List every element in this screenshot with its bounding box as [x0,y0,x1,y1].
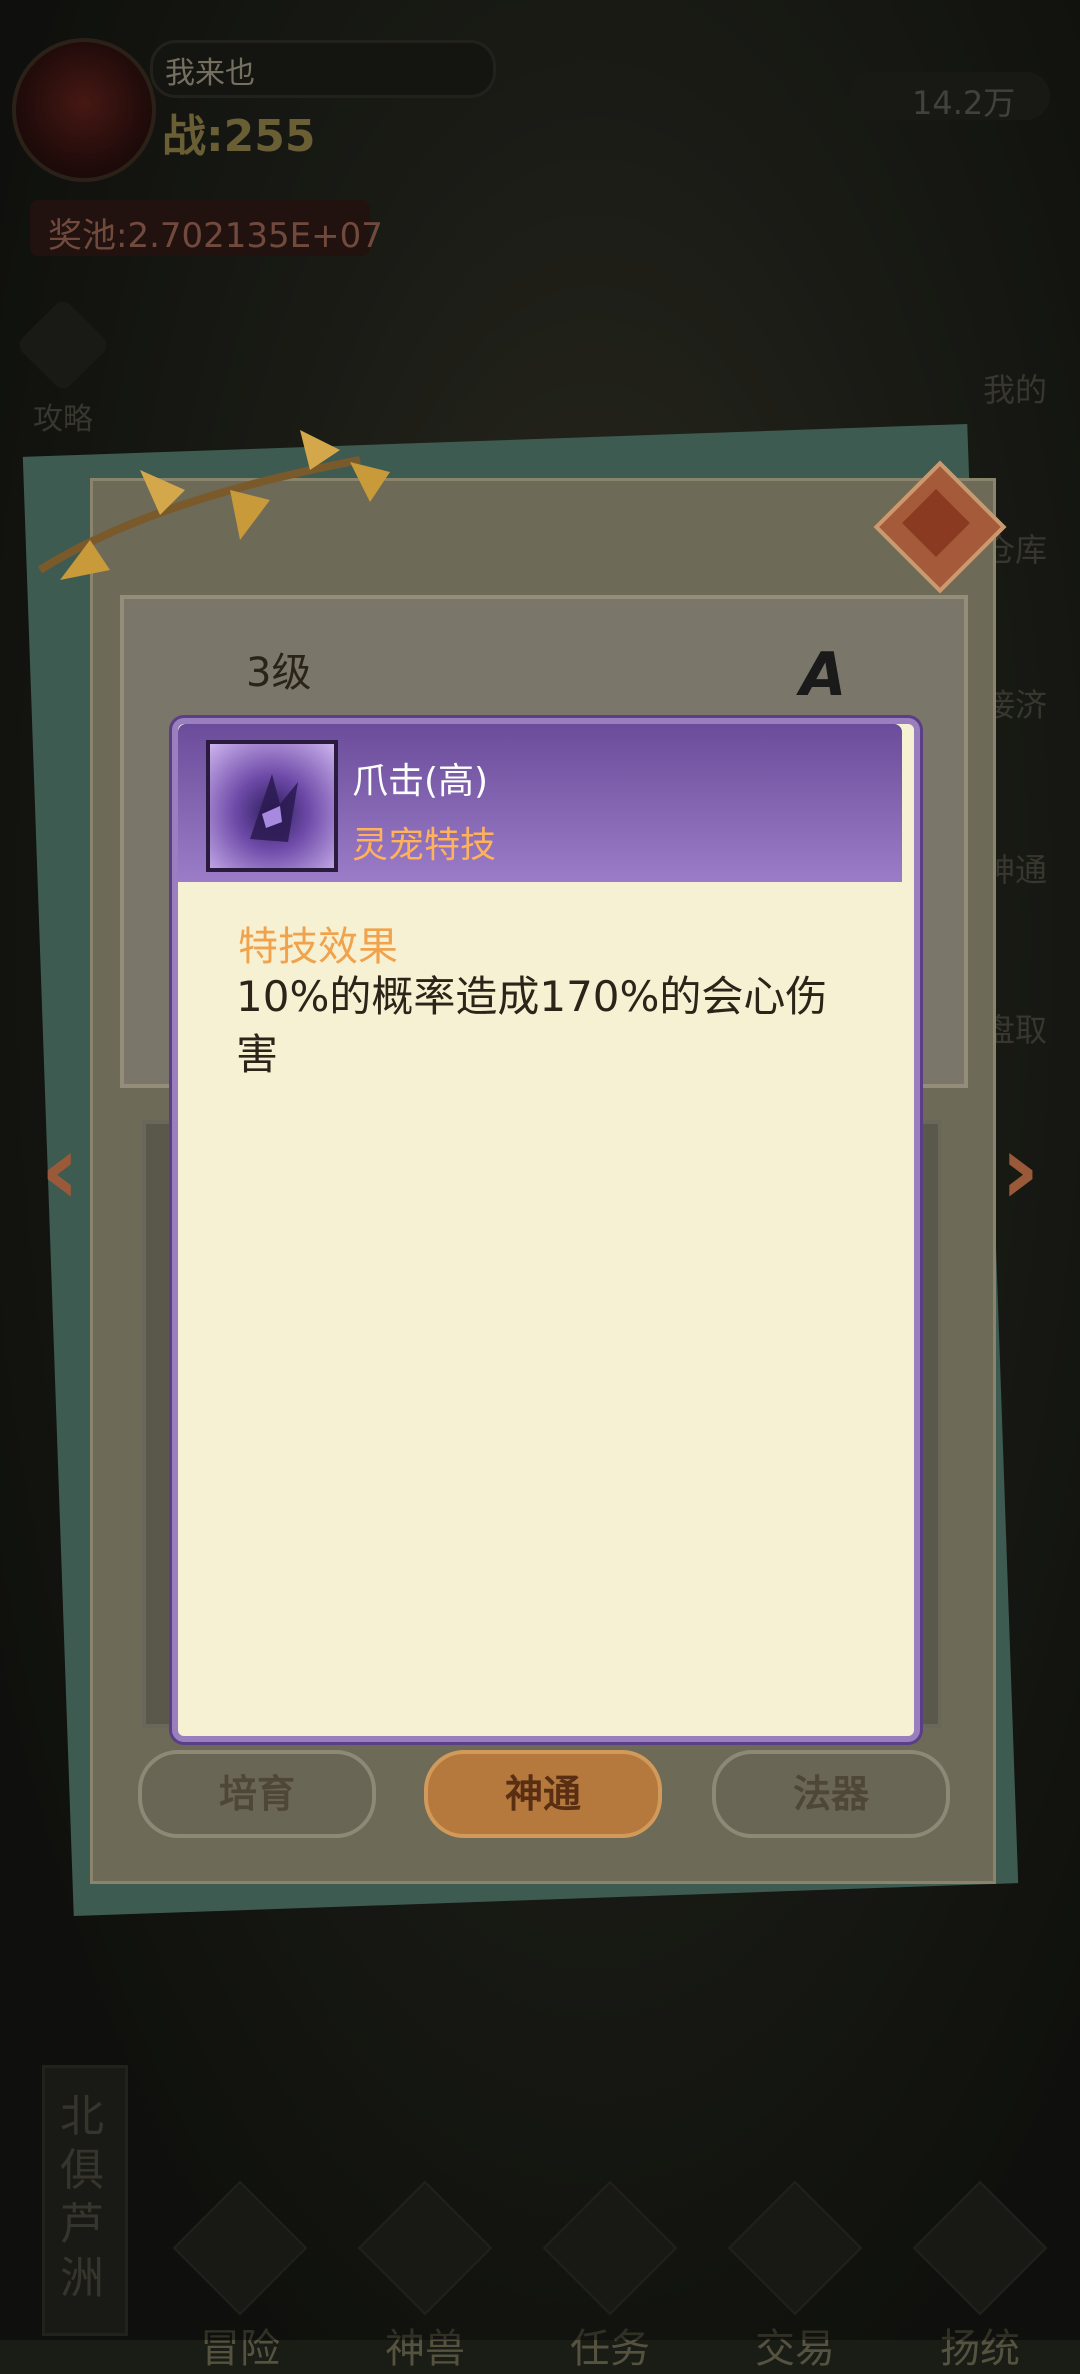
skill-icon [206,740,338,872]
effect-title: 特技效果 [238,924,398,970]
pet-grade-badge: A [800,640,847,710]
tab-cultivate[interactable]: 培育 [138,1750,376,1838]
claw-skill-icon [250,774,298,842]
next-pet-arrow-icon[interactable]: › [980,1120,1060,1220]
skill-name: 爪击(高) [352,761,489,802]
ginkgo-branch-decoration [37,430,390,580]
skill-type: 灵宠特技 [352,825,497,866]
pet-level: 3级 [246,650,312,696]
effect-description: 10%的概率造成170%的会心伤害 [236,972,828,1079]
tab-divine-power[interactable]: 神通 [424,1750,662,1838]
tab-artifact[interactable]: 法器 [712,1750,950,1838]
prev-pet-arrow-icon[interactable]: ‹ [20,1120,100,1220]
